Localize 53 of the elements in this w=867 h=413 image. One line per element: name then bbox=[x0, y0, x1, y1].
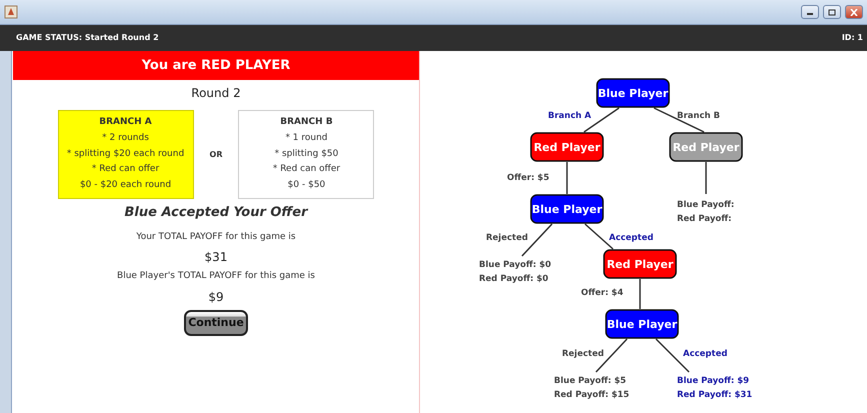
close-icon bbox=[850, 8, 858, 16]
branch-detail: * Red can offer bbox=[272, 163, 340, 176]
branch-detail: * 2 rounds bbox=[102, 132, 149, 145]
payoff-text: Blue Payoff: $5 bbox=[554, 376, 626, 386]
connector-line bbox=[566, 162, 568, 194]
branch-detail: * Red can offer bbox=[92, 163, 160, 176]
app-icon bbox=[4, 5, 18, 19]
continue-button[interactable]: Continue bbox=[184, 310, 248, 336]
branch-label: Rejected bbox=[486, 233, 528, 243]
branch-label: Accepted bbox=[683, 349, 728, 359]
player-node: Red Player bbox=[669, 132, 743, 162]
payoff-text: Red Payoff: bbox=[677, 214, 732, 224]
result-message: Blue Accepted Your Offer bbox=[124, 204, 308, 222]
connector-line bbox=[705, 162, 707, 194]
payoff-label: Blue Player's TOTAL PAYOFF for this game is bbox=[117, 270, 315, 283]
player-role-header: You are RED PLAYER bbox=[13, 51, 419, 80]
or-label: OR bbox=[210, 148, 222, 160]
payoff-label: Your TOTAL PAYOFF for this game is bbox=[136, 230, 296, 244]
branch-title: BRANCH B bbox=[280, 116, 333, 130]
branch-detail: * splitting $20 each round bbox=[66, 148, 184, 161]
payoff-text: Blue Payoff: $9 bbox=[677, 376, 750, 386]
payoff-text: Red Payoff: $0 bbox=[479, 274, 548, 284]
payoff-text: Red Payoff: $15 bbox=[554, 390, 630, 400]
branch-label: Rejected bbox=[562, 349, 604, 359]
branch-label: Accepted bbox=[609, 233, 654, 243]
branch-detail: $0 - $20 each round bbox=[80, 179, 172, 192]
branch-detail: $0 - $50 bbox=[288, 179, 326, 192]
branch-label: Branch A bbox=[548, 111, 592, 121]
payoff-amount: $9 bbox=[208, 288, 224, 306]
connector-line bbox=[584, 107, 620, 133]
player-node: Blue Player bbox=[596, 78, 670, 108]
minimize-button[interactable] bbox=[801, 5, 819, 19]
offer-label: Offer: $4 bbox=[581, 288, 624, 298]
player-node: Red Player bbox=[530, 132, 604, 162]
player-node: Red Player bbox=[603, 249, 677, 279]
player-node: Blue Player bbox=[530, 194, 604, 224]
branch-detail: * splitting $50 bbox=[274, 148, 338, 161]
branch-detail: * 1 round bbox=[285, 132, 328, 145]
game-status: GAME STATUS: Started Round 2 bbox=[16, 32, 159, 44]
close-button[interactable] bbox=[845, 5, 863, 19]
payoff-amount: $31 bbox=[204, 249, 228, 266]
player-node: Blue Player bbox=[605, 309, 679, 339]
branch-label: Branch B bbox=[677, 111, 720, 121]
round-title: Round 2 bbox=[191, 85, 241, 102]
connector-line bbox=[639, 279, 641, 309]
payoff-text: Blue Payoff: $0 bbox=[479, 260, 552, 270]
payoff-text: Blue Payoff: bbox=[677, 200, 734, 210]
player-id: ID: 1 bbox=[842, 32, 863, 44]
maximize-icon bbox=[828, 8, 836, 16]
payoff-text: Red Payoff: $31 bbox=[677, 390, 752, 400]
maximize-button[interactable] bbox=[823, 5, 841, 19]
offer-label: Offer: $5 bbox=[507, 173, 550, 183]
branch-title: BRANCH A bbox=[99, 116, 152, 130]
